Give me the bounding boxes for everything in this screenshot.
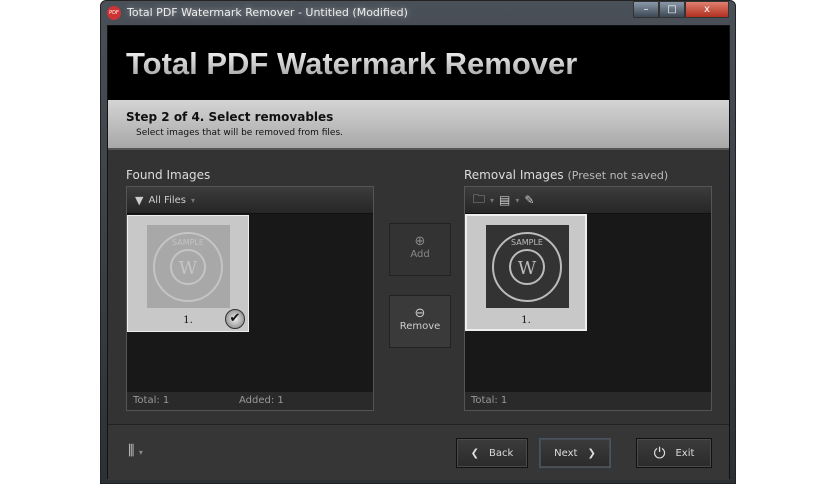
thumb-number: 1. — [521, 315, 531, 326]
removal-total: Total: 1 — [471, 395, 508, 406]
removal-images-label: Removal Images (Preset not saved) — [464, 168, 668, 182]
title-bar: PDF Total PDF Watermark Remover - Untitl… — [101, 1, 735, 25]
save-icon[interactable]: ▤ — [499, 193, 510, 207]
svg-text:W: W — [179, 258, 198, 279]
next-label: Next — [554, 447, 578, 459]
chevron-right-icon: ❯ — [587, 447, 596, 459]
add-label: Add — [410, 249, 430, 260]
sample-stamp-image: W SAMPLE — [486, 225, 569, 308]
chevron-down-icon: ▾ — [191, 195, 196, 205]
zoom-in-icon: ⊕ — [414, 234, 426, 249]
maximize-button[interactable]: □ — [659, 1, 685, 18]
app-icon: PDF — [107, 6, 121, 20]
found-footer: Total: 1 Added: 1 — [127, 392, 373, 410]
svg-text:SAMPLE: SAMPLE — [511, 238, 543, 247]
found-total: Total: 1 — [133, 395, 170, 406]
svg-text:SAMPLE: SAMPLE — [172, 238, 204, 247]
sample-stamp-image: W SAMPLE — [147, 225, 230, 308]
window-title: Total PDF Watermark Remover - Untitled (… — [127, 6, 408, 19]
open-folder-icon[interactable]: 🗀 — [473, 190, 485, 211]
step-banner: Step 2 of 4. Select removables Select im… — [108, 100, 729, 150]
exit-label: Exit — [675, 447, 695, 459]
bottom-bar: ⫼ ▾ ❮ Back Next ❯ ⏻ Exit — [108, 424, 729, 480]
found-image-thumb[interactable]: W SAMPLE 1. ✔ — [127, 215, 249, 332]
add-button[interactable]: ⊕ Add — [389, 223, 451, 276]
app-window: PDF Total PDF Watermark Remover - Untitl… — [100, 0, 736, 484]
preset-status: (Preset not saved) — [567, 169, 669, 182]
found-images-label: Found Images — [126, 168, 211, 182]
step-title: Step 2 of 4. Select removables — [126, 110, 334, 124]
filter-icon: ▼ — [135, 193, 144, 207]
app-header: Total PDF Watermark Remover — [108, 26, 729, 100]
remove-label: Remove — [399, 321, 441, 332]
zoom-out-icon: ⊖ — [414, 306, 426, 321]
found-images-panel: ▼ All Files ▾ W SAMPLE 1. ✔ Total: 1 Add… — [126, 186, 374, 411]
close-button[interactable]: x — [685, 1, 729, 18]
remove-button[interactable]: ⊖ Remove — [389, 295, 451, 348]
check-icon[interactable]: ✔ — [225, 309, 245, 329]
chevron-down-icon[interactable]: ▾ — [515, 196, 519, 205]
removal-title: Removal Images — [464, 168, 564, 182]
back-button[interactable]: ❮ Back — [456, 438, 528, 468]
chevron-left-icon: ❮ — [470, 447, 480, 459]
removal-images-panel: 🗀 ▾ ▤ ▾ ✎ W SAMPLE 1. Total: 1 — [464, 186, 712, 411]
next-button[interactable]: Next ❯ — [539, 438, 611, 468]
filter-dropdown[interactable]: All Files — [148, 195, 186, 206]
removal-image-thumb[interactable]: W SAMPLE 1. — [465, 214, 587, 331]
settings-sliders-icon[interactable]: ⫼ ▾ — [128, 443, 143, 459]
app-title: Total PDF Watermark Remover — [126, 46, 578, 81]
removal-toolbar: 🗀 ▾ ▤ ▾ ✎ — [465, 187, 711, 214]
svg-text:W: W — [518, 258, 537, 279]
chevron-down-icon[interactable]: ▾ — [490, 196, 494, 205]
found-added: Added: 1 — [239, 395, 284, 406]
client-area: Total PDF Watermark Remover Step 2 of 4.… — [107, 25, 730, 480]
back-label: Back — [489, 447, 514, 459]
exit-button[interactable]: ⏻ Exit — [636, 438, 712, 468]
found-toolbar: ▼ All Files ▾ — [127, 187, 373, 214]
step-subtitle: Select images that will be removed from … — [136, 128, 343, 138]
clear-broom-icon[interactable]: ✎ — [524, 193, 534, 207]
minimize-button[interactable]: – — [633, 1, 659, 18]
removal-footer: Total: 1 — [465, 392, 711, 410]
power-icon: ⏻ — [653, 444, 666, 462]
